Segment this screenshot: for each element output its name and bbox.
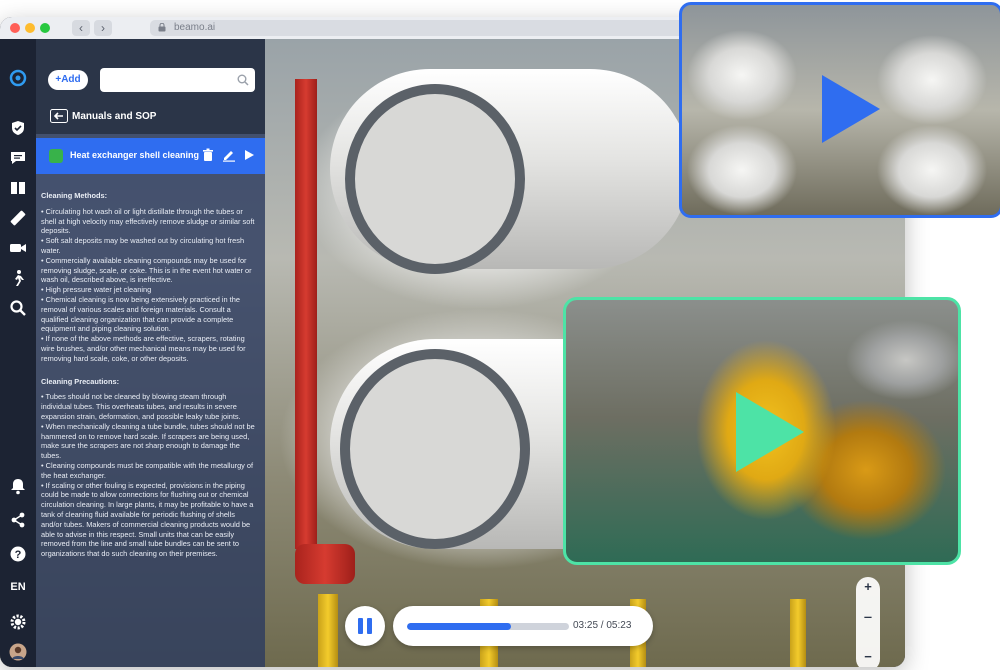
sop-paragraph: • High pressure water jet cleaning: [41, 285, 152, 295]
sop-paragraph: • Circulating hot wash oil or light dist…: [41, 206, 255, 236]
close-window-button[interactable]: [10, 23, 20, 33]
share-icon[interactable]: [9, 511, 27, 529]
play-icon: [736, 392, 804, 472]
chat-icon[interactable]: [9, 149, 27, 167]
sop-paragraph: • Soft salt deposits may be washed out b…: [41, 236, 245, 255]
play-icon[interactable]: [242, 148, 256, 162]
time-readout: 03:25 / 05:23: [573, 620, 632, 631]
add-button[interactable]: +Add: [48, 70, 88, 90]
pause-button[interactable]: [345, 606, 385, 646]
manual-book-icon[interactable]: [9, 179, 27, 197]
play-icon: [822, 75, 880, 143]
url-bar[interactable]: beamo.ai: [150, 20, 720, 36]
pause-icon: [367, 618, 372, 634]
sop-paragraph: • Cleaning compounds must be compatible …: [41, 460, 254, 480]
sop-item-heat-exchanger[interactable]: Heat exchanger shell cleaning: [36, 138, 265, 174]
sop-paragraph: • Chemical cleaning is now being extensi…: [41, 294, 240, 334]
logo-icon[interactable]: [9, 69, 27, 87]
sop-paragraph: • When mechanically cleaning a tube bund…: [41, 421, 255, 461]
section-heading: Cleaning Methods:: [41, 191, 108, 200]
search-icon: [237, 74, 249, 86]
lock-icon: [158, 23, 166, 32]
progress-fill: [407, 623, 512, 630]
user-avatar[interactable]: [9, 643, 27, 661]
ruler-icon[interactable]: [9, 209, 27, 227]
bell-icon[interactable]: [9, 477, 27, 495]
progress-track[interactable]: [407, 623, 569, 630]
back-arrow-icon[interactable]: [50, 109, 68, 123]
search-icon[interactable]: [9, 299, 27, 317]
back-arrow-icon[interactable]: ‹: [72, 20, 90, 36]
section-heading: Cleaning Precautions:: [41, 376, 120, 386]
zoom-in-button[interactable]: +: [856, 579, 880, 594]
sop-item-label: Heat exchanger shell cleaning: [70, 150, 200, 160]
sop-paragraph: • If scaling or other fouling is expecte…: [41, 480, 254, 559]
left-rail: ? EN: [0, 39, 36, 667]
help-icon[interactable]: ?: [9, 545, 27, 563]
sop-paragraph: • Commercially available cleaning compou…: [41, 255, 252, 285]
trash-icon[interactable]: [201, 148, 215, 162]
walking-person-icon[interactable]: [9, 269, 27, 287]
flange-bottom: [340, 349, 530, 549]
video-doc-icon: [49, 149, 63, 163]
minimize-window-button[interactable]: [25, 23, 35, 33]
video-camera-icon[interactable]: [9, 239, 27, 257]
settings-gear-icon[interactable]: [9, 613, 27, 631]
zoom-out-button[interactable]: −: [856, 649, 880, 664]
shield-check-icon[interactable]: [9, 119, 27, 137]
maximize-window-button[interactable]: [40, 23, 50, 33]
svg-text:?: ?: [15, 549, 22, 561]
zoom-control: + ‒ −: [856, 577, 880, 667]
language-selector[interactable]: EN: [0, 581, 36, 593]
sop-paragraph: • Tubes should not be cleaned by blowing…: [41, 392, 241, 421]
sop-content: Cleaning Methods: • Circulating hot wash …: [41, 186, 256, 559]
red-pipe: [295, 79, 317, 549]
panel-header: +Add Manuals and SOP: [36, 39, 265, 134]
sop-panel: +Add Manuals and SOP Heat exchanger shel…: [36, 39, 265, 667]
sop-paragraph: • If none of the above methods are effec…: [41, 334, 246, 363]
red-valve: [295, 544, 355, 584]
yellow-post: [318, 594, 338, 667]
video-thumbnail-exchangers[interactable]: [679, 2, 1000, 218]
edit-pencil-icon[interactable]: [222, 148, 236, 162]
search-input[interactable]: [100, 68, 255, 92]
url-text: beamo.ai: [174, 22, 216, 33]
video-thumbnail-worker[interactable]: [563, 297, 961, 565]
yellow-post: [790, 599, 806, 667]
pause-icon: [358, 618, 363, 634]
progress-pill: 03:25 / 05:23: [393, 606, 653, 646]
zoom-level[interactable]: ‒: [856, 609, 880, 624]
flange-top: [345, 84, 525, 274]
forward-arrow-icon[interactable]: ›: [94, 20, 112, 36]
manuals-sop-link[interactable]: Manuals and SOP: [72, 111, 156, 122]
